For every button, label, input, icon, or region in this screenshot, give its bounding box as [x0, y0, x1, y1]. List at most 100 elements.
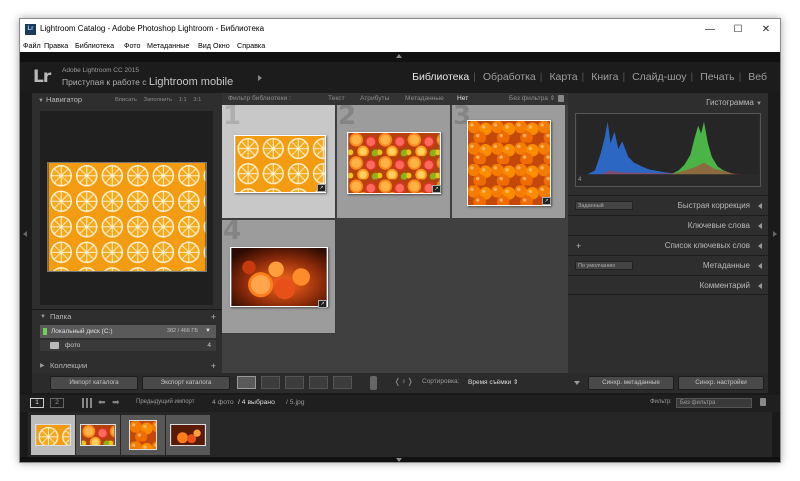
close-button[interactable]: ✕	[752, 19, 780, 40]
zoom-fill[interactable]: Заполнить	[144, 97, 172, 103]
people-view-icon[interactable]	[333, 376, 352, 389]
edited-badge-icon: ↗	[318, 300, 327, 308]
filmstrip-thumbnail[interactable]	[35, 424, 71, 446]
volume-row[interactable]: Локальный диск (C:) 382 / 466 ГБ ▼	[40, 325, 216, 338]
filter-tab-metadata[interactable]: Метаданные	[405, 93, 444, 105]
loupe-view-icon[interactable]	[261, 376, 280, 389]
zoom-fit[interactable]: Вписать	[115, 97, 137, 103]
quick-develop-preset-select[interactable]: Заданный	[575, 201, 633, 210]
folders-header[interactable]: ▼ Папка +	[32, 309, 222, 323]
menu-view[interactable]: Вид	[198, 41, 211, 50]
sync-settings-button[interactable]: Синхр. настройки	[678, 376, 764, 390]
menu-photo[interactable]: Фото	[124, 41, 141, 50]
lock-icon[interactable]	[558, 95, 564, 102]
filmstrip-thumbnail[interactable]	[129, 420, 157, 450]
forward-arrow-icon[interactable]: ➡	[112, 397, 120, 408]
filter-select[interactable]: Без фильтра	[676, 398, 752, 408]
survey-view-icon[interactable]	[309, 376, 328, 389]
thumbnail[interactable]	[347, 132, 441, 194]
collections-title: Коллекции	[50, 361, 88, 370]
painter-icon[interactable]	[370, 376, 377, 390]
folder-item[interactable]: фото 4	[40, 340, 216, 351]
primary-display-button[interactable]: 1	[30, 398, 44, 408]
module-web[interactable]: Веб	[748, 71, 767, 83]
filmstrip-cell[interactable]	[121, 415, 165, 455]
edited-badge-icon: ↗	[317, 184, 326, 192]
zoom-3-1[interactable]: 3:1	[193, 97, 201, 103]
volume-expand-icon: ▼	[205, 328, 211, 334]
thumbnail[interactable]	[230, 247, 328, 307]
filmstrip-cell[interactable]	[166, 415, 210, 455]
filter-tab-attributes[interactable]: Атрибуты	[360, 93, 389, 105]
module-map[interactable]: Карта	[549, 71, 577, 83]
filmstrip-toggle[interactable]	[20, 457, 780, 462]
module-book[interactable]: Книга	[591, 71, 618, 83]
minimize-button[interactable]: —	[696, 19, 724, 40]
add-folder-button[interactable]: +	[211, 310, 216, 324]
metadata-header[interactable]: По умолчанию Метаданные	[568, 255, 768, 275]
thumbnail[interactable]	[467, 120, 551, 206]
left-panel-toggle[interactable]	[20, 93, 32, 373]
import-catalog-button[interactable]: Импорт каталога	[50, 376, 138, 390]
navigator-preview[interactable]	[40, 111, 213, 305]
add-collection-button[interactable]: +	[211, 359, 216, 373]
histogram-chart[interactable]	[575, 113, 761, 187]
secondary-display-button[interactable]: 2	[50, 398, 64, 408]
identity-mobile-link[interactable]: Приступая к работе с Lightroom mobile	[62, 76, 233, 88]
module-develop[interactable]: Обработка	[483, 71, 536, 83]
filmstrip-thumbnail[interactable]	[80, 424, 116, 446]
grid-cell[interactable]: 4 ↗	[222, 220, 336, 334]
maximize-button[interactable]: ☐	[724, 19, 752, 40]
module-slideshow[interactable]: Слайд-шоу	[632, 71, 686, 83]
play-icon[interactable]	[258, 75, 262, 81]
keyword-list-header[interactable]: + Список ключевых слов	[568, 235, 768, 255]
back-arrow-icon[interactable]: ⬅	[98, 397, 106, 408]
filmstrip-cell[interactable]	[31, 415, 75, 455]
menu-help[interactable]: Справка	[237, 41, 265, 50]
sort-select[interactable]: Время съёмки ⇕	[468, 378, 518, 386]
menu-library[interactable]: Библиотека	[75, 41, 114, 50]
grid-cell[interactable]: 1 ↗	[222, 105, 336, 219]
filter-label-bottom: Фильтр:	[650, 399, 672, 405]
grid-cell[interactable]: 3 ↗	[452, 105, 566, 219]
current-file[interactable]: / 5.jpg	[286, 399, 305, 406]
volume-size: 382 / 466 ГБ	[166, 328, 198, 334]
keywording-header[interactable]: Ключевые слова	[568, 215, 768, 235]
navigator-header[interactable]: ▼ Навигатор Вписать Заполнить 1:1 3:1	[38, 93, 222, 107]
toolbar-menu-icon[interactable]	[574, 381, 580, 385]
menu-window[interactable]: Окно	[213, 41, 230, 50]
menu-file[interactable]: Файл	[23, 41, 41, 50]
folders-title: Папка	[50, 312, 72, 321]
thumbnail[interactable]	[234, 135, 326, 193]
top-panel-toggle[interactable]	[20, 52, 780, 62]
histogram-header[interactable]: Гистограмма ▼	[706, 96, 762, 110]
collections-header[interactable]: ▶ Коллекции +	[32, 359, 222, 373]
filter-tab-text[interactable]: Текст	[328, 93, 345, 105]
filmstrip-thumbnail[interactable]	[170, 424, 206, 446]
source-label[interactable]: Предыдущий импорт	[136, 399, 195, 405]
expand-metadata-icon	[758, 263, 762, 269]
right-panel-toggle[interactable]	[768, 93, 780, 373]
metadata-preset-select[interactable]: По умолчанию	[575, 261, 633, 270]
comments-header[interactable]: Комментарий	[568, 275, 768, 295]
sync-metadata-button[interactable]: Синхр. метаданные	[588, 376, 674, 390]
grid-view-icon[interactable]	[237, 376, 256, 389]
filmstrip-cell[interactable]	[76, 415, 120, 455]
module-print[interactable]: Печать	[700, 71, 734, 83]
flag-icon[interactable]: ❬♀❭	[394, 377, 413, 386]
filter-lock-icon[interactable]	[760, 398, 766, 406]
module-sep: |	[622, 71, 626, 83]
grid-icon[interactable]	[82, 398, 92, 408]
export-catalog-button[interactable]: Экспорт каталога	[142, 376, 230, 390]
quick-develop-header[interactable]: Заданный Быстрая коррекция	[568, 195, 768, 215]
add-keyword-button[interactable]: +	[576, 236, 581, 256]
navigator-image	[47, 162, 207, 272]
filter-preset[interactable]: Без фильтра ⇕	[509, 93, 555, 105]
grid-cell[interactable]: 2 ↗	[337, 105, 451, 219]
menu-edit[interactable]: Правка	[44, 41, 68, 50]
module-library[interactable]: Библиотека	[412, 71, 469, 83]
filter-tab-none[interactable]: Нет	[457, 93, 468, 105]
menu-metadata[interactable]: Метаданные	[147, 41, 189, 50]
zoom-1-1[interactable]: 1:1	[179, 97, 187, 103]
compare-view-icon[interactable]	[285, 376, 304, 389]
